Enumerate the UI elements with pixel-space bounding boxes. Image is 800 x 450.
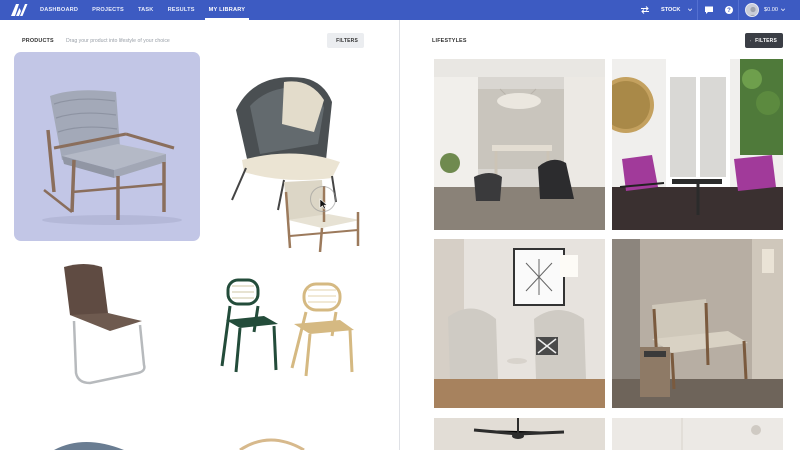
chat-icon[interactable] — [704, 5, 714, 15]
avatar[interactable] — [745, 3, 759, 17]
nav-divider — [738, 0, 739, 20]
lifestyle-ceiling-fan[interactable] — [434, 418, 605, 450]
grey-armchairs-image — [434, 239, 605, 408]
main-nav: DASHBOARD PROJECTS TASK RESULTS MY LIBRA… — [40, 0, 259, 20]
help-icon[interactable]: ? — [724, 5, 734, 15]
product-card-cane-chairs[interactable] — [214, 270, 400, 390]
filters-label: FILTERS — [336, 37, 358, 44]
top-navigation-bar: DASHBOARD PROJECTS TASK RESULTS MY LIBRA… — [0, 0, 800, 20]
filters-label: FILTERS — [755, 37, 777, 44]
concrete-wall-image — [612, 239, 783, 408]
pointer-icon — [319, 198, 328, 210]
product-card-bentwood-chair[interactable] — [214, 430, 400, 450]
product-card-grey-lounge-chair[interactable] — [14, 52, 200, 241]
ceiling-fan-image — [434, 418, 605, 450]
products-filters-button[interactable]: FILTERS — [327, 33, 364, 48]
products-heading: PRODUCTS — [22, 38, 54, 44]
filter-icon — [750, 40, 752, 41]
cane-chairs-image — [220, 278, 354, 377]
dining-room-image — [434, 59, 605, 230]
stock-dropdown[interactable]: STOCK — [661, 0, 680, 20]
nav-results[interactable]: RESULTS — [168, 0, 195, 20]
lifestyle-concrete-wall[interactable] — [612, 239, 783, 408]
nav-divider — [697, 0, 698, 20]
products-hint: Drag your product into lifestyle of your… — [66, 38, 170, 44]
lifestyle-grey-armchairs[interactable] — [434, 239, 605, 408]
chevron-down-icon[interactable] — [780, 7, 786, 13]
lifestyle-dining-room[interactable] — [434, 59, 605, 230]
balance-amount[interactable]: $0.00 — [764, 0, 778, 20]
purple-chairs-image — [612, 59, 783, 230]
blue-chair-image — [54, 442, 124, 450]
product-card-blue-chair[interactable] — [14, 430, 200, 450]
nav-dashboard[interactable]: DASHBOARD — [40, 0, 78, 20]
product-card-woven-lounge-chair[interactable] — [214, 52, 400, 252]
logo-icon[interactable] — [10, 3, 28, 17]
nav-my-library[interactable]: MY LIBRARY — [204, 0, 249, 20]
nav-projects[interactable]: PROJECTS — [92, 0, 124, 20]
panel-divider — [399, 20, 400, 450]
ceiling-image — [612, 418, 783, 450]
lifestyle-purple-chairs[interactable] — [612, 59, 783, 230]
svg-text:?: ? — [727, 8, 731, 14]
lifestyles-heading: LIFESTYLES — [432, 38, 467, 44]
nav-task[interactable]: TASK — [138, 0, 154, 20]
chevron-down-icon[interactable] — [687, 7, 693, 13]
product-card-leather-chair[interactable] — [14, 255, 200, 395]
lifestyle-ceiling[interactable] — [612, 418, 783, 450]
bentwood-chair-image — [239, 438, 305, 450]
swap-icon[interactable] — [640, 5, 650, 15]
leather-chair-image — [64, 264, 146, 385]
lifestyles-filters-button[interactable]: FILTERS — [745, 33, 783, 48]
lounge-chair-image — [42, 90, 182, 225]
